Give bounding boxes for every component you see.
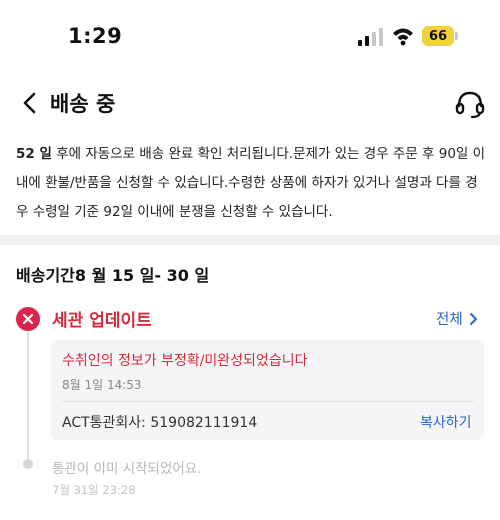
- app-header: 배송 중: [0, 78, 500, 130]
- cellular-signal-icon: [358, 28, 383, 46]
- page-title: 배송 중: [50, 92, 116, 116]
- battery-tip: [455, 32, 458, 40]
- event-message: 수취인의 정보가 부정확/미완성되었습니다: [62, 353, 308, 369]
- chevron-left-icon[interactable]: [18, 90, 42, 116]
- status-bar: 1:29 66: [0, 0, 500, 74]
- auto-confirm-notice: 52 일 후에 자동으로 배송 완료 확인 처리됩니다.문제가 있는 경우 주문…: [16, 140, 486, 227]
- headset-icon[interactable]: [454, 88, 486, 120]
- notice-text: 후에 자동으로 배송 완료 확인 처리됩니다.문제가 있는 경우 주문 후 90…: [16, 146, 486, 220]
- chevron-right-icon: [469, 312, 477, 325]
- event-detail-card: 수취인의 정보가 부정확/미완성되었습니다 8월 1일 14:53 ACT통관회…: [51, 340, 484, 440]
- timeline-dot: [23, 459, 33, 469]
- delivery-period: 배송기간8 월 15 일- 30 일: [16, 266, 210, 285]
- card-divider: [62, 401, 474, 402]
- customs-company-number: ACT통관회사: 519082111914: [62, 415, 258, 431]
- copy-button[interactable]: 복사하기: [420, 412, 472, 432]
- battery-indicator: 66: [422, 26, 458, 46]
- section-divider: [0, 235, 500, 245]
- battery-level: 66: [422, 26, 454, 46]
- status-time: 1:29: [68, 24, 123, 48]
- wifi-icon: [393, 28, 413, 46]
- error-x-icon: [16, 307, 40, 331]
- view-all-label: 전체: [436, 312, 463, 328]
- previous-event-message: 통관이 이미 시작되었어요.: [52, 461, 202, 477]
- previous-event-date: 7월 31일 23:28: [52, 483, 136, 497]
- event-date: 8월 1일 14:53: [62, 378, 142, 392]
- view-all-link[interactable]: 전체: [436, 308, 478, 329]
- notice-days: 52 일: [16, 146, 52, 162]
- timeline-line: [27, 332, 29, 462]
- event-title: 세관 업데이트: [52, 311, 152, 331]
